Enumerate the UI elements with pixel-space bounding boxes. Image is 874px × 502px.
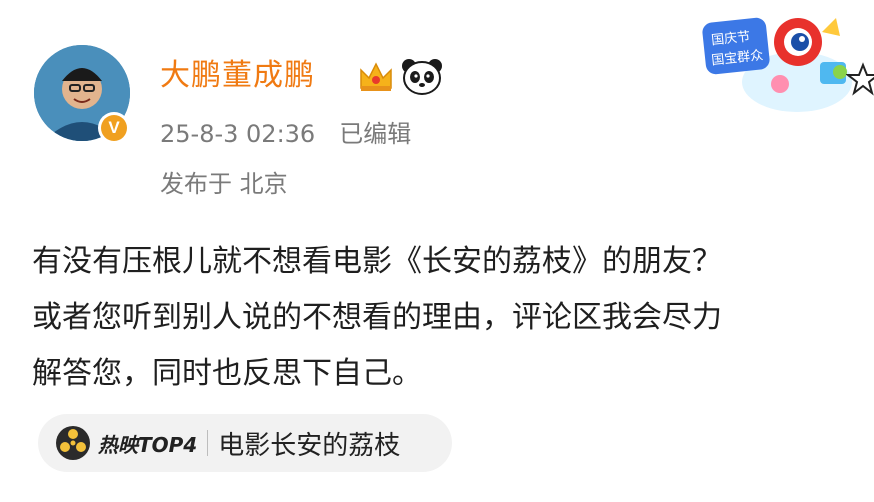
crown-icon [360, 62, 392, 91]
post-line: 解答您，同时也反思下自己。 [32, 356, 422, 391]
pill-divider [207, 430, 209, 456]
topic-pill[interactable]: 热映TOP4 电影长安的荔枝 [38, 414, 452, 472]
post-line: 或者您听到别人说的不想看的理由，评论区我会尽力 [32, 300, 722, 335]
verified-v-icon: V [101, 115, 127, 141]
post-line: 有没有压根儿就不想看电影《长安的荔枝》的朋友？ [32, 244, 722, 279]
post-timestamp: 25-8-3 02:36 [160, 120, 316, 148]
panda-icon [402, 59, 442, 95]
edited-label[interactable]: 已编辑 [339, 120, 411, 148]
post-location: 发布于 北京 [160, 170, 288, 198]
holiday-sticker-icon: 国庆节 国宝群众 [702, 17, 852, 112]
post-body: 有没有压根儿就不想看电影《长安的荔枝》的朋友？ 或者您听到别人说的不想看的理由，… [32, 234, 874, 402]
post-meta: 25-8-3 02:36 已编辑 [160, 118, 435, 150]
verified-badge: V [98, 112, 130, 144]
favorite-star-icon[interactable] [846, 62, 874, 96]
film-reel-icon [56, 426, 90, 460]
topic-text: 电影长安的荔枝 [218, 430, 401, 461]
trending-tag: 热映TOP4 [98, 432, 198, 457]
username[interactable]: 大鹏董成鹏 [160, 56, 315, 96]
